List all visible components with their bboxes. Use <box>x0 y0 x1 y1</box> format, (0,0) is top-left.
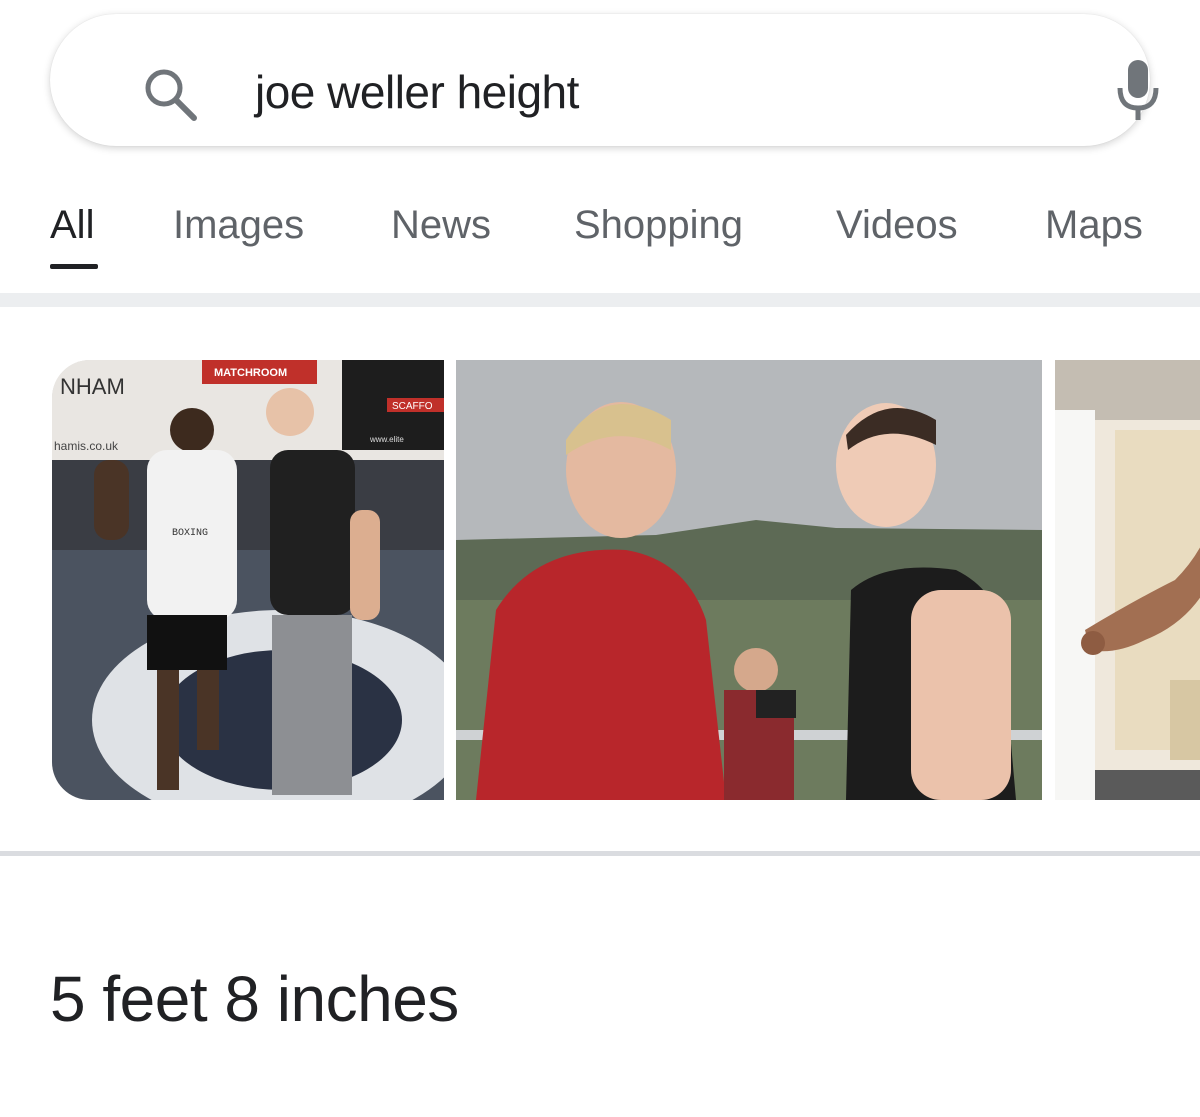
banner-text-nham: NHAM <box>60 374 125 399</box>
image-result-3[interactable] <box>1055 360 1200 800</box>
search-input[interactable]: joe weller height <box>255 62 579 122</box>
answer-text: 5 feet 8 inches <box>50 963 459 1035</box>
search-icon[interactable] <box>142 66 200 124</box>
tabs-divider <box>0 293 1200 307</box>
shirt-text-boxing: BOXING <box>172 528 208 539</box>
image-carousel[interactable]: MATCHROOM NHAM SCAFFO www.elite hamis.co… <box>0 360 1200 802</box>
tab-all[interactable]: All <box>50 200 94 250</box>
tab-videos[interactable]: Videos <box>836 200 958 250</box>
mic-icon[interactable] <box>1114 58 1162 124</box>
search-tabs: All Images News Shopping Videos Maps <box>0 190 1200 270</box>
tab-news[interactable]: News <box>391 200 491 250</box>
search-bar[interactable]: joe weller height <box>50 14 1159 146</box>
banner-text-scaffold: SCAFFO <box>392 401 433 412</box>
tab-maps[interactable]: Maps <box>1045 200 1143 250</box>
tab-shopping[interactable]: Shopping <box>574 200 743 250</box>
image-result-2[interactable] <box>456 360 1042 800</box>
tab-images[interactable]: Images <box>173 200 304 250</box>
active-tab-indicator <box>50 264 98 269</box>
banner-text-matchroom: MATCHROOM <box>214 367 287 379</box>
banner-text-url: www.elite <box>369 435 404 444</box>
search-results-page: joe weller height All Images News Shoppi… <box>0 0 1200 1117</box>
section-divider <box>0 851 1200 856</box>
image-result-1[interactable]: MATCHROOM NHAM SCAFFO www.elite hamis.co… <box>52 360 444 800</box>
banner-text-site: hamis.co.uk <box>54 439 119 453</box>
